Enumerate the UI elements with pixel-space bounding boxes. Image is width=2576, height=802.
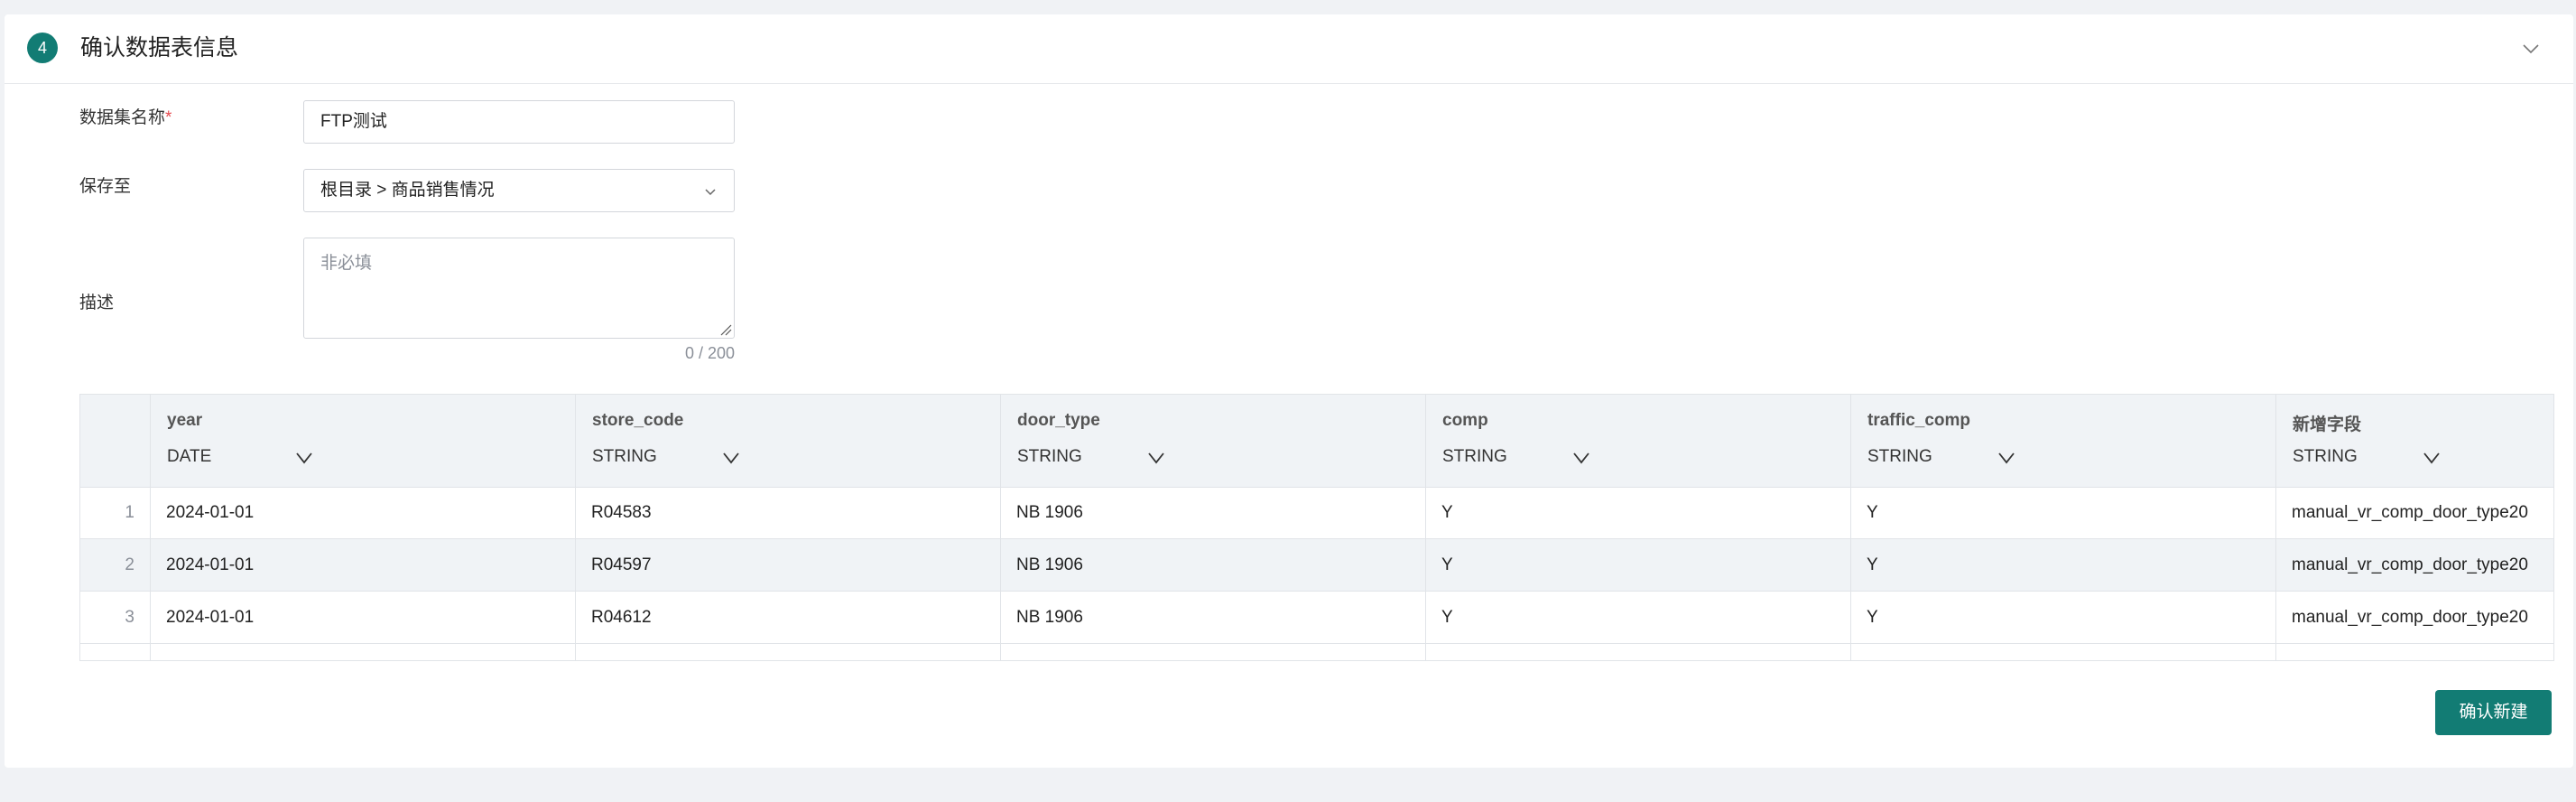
chevron-down-icon[interactable]: [2521, 39, 2541, 59]
confirm-create-button[interactable]: 确认新建: [2435, 690, 2552, 735]
description-textarea[interactable]: 非必填: [303, 238, 735, 339]
table-cell: R04583: [591, 503, 652, 522]
chevron-down-icon: [705, 189, 716, 196]
save-to-value: 根目录 > 商品销售情况: [320, 181, 495, 200]
column-new-field: 新增字段 STRING manual_vr_comp_door_type20 m…: [2276, 395, 2553, 660]
row-index: 2: [125, 555, 134, 574]
description-label: 描述: [79, 294, 115, 312]
column-type-select[interactable]: STRING: [1442, 447, 1507, 467]
column-name: year: [167, 411, 203, 430]
resize-handle-icon[interactable]: [719, 323, 732, 336]
table-cell: NB 1906: [1016, 608, 1083, 627]
save-to-label: 保存至: [79, 177, 132, 196]
column-type-select[interactable]: STRING: [1017, 447, 1082, 467]
chevron-down-icon[interactable]: [295, 451, 313, 465]
chevron-down-icon[interactable]: [2423, 451, 2441, 465]
column-name: store_code: [592, 411, 684, 430]
table-cell: 2024-01-01: [166, 555, 255, 574]
column-type-select[interactable]: STRING: [1867, 447, 1932, 467]
table-cell: Y: [1441, 503, 1453, 522]
column-type-select[interactable]: STRING: [2293, 447, 2358, 467]
table-cell: Y: [1441, 608, 1453, 627]
column-name: traffic_comp: [1867, 411, 1971, 430]
dataset-name-input[interactable]: FTP测试: [303, 100, 735, 144]
dataset-name-label-text: 数据集名称: [79, 108, 166, 127]
table-cell: R04612: [591, 608, 652, 627]
table-cell: R04597: [591, 555, 652, 574]
table-cell: Y: [1867, 608, 1878, 627]
column-year: year DATE 2024-01-01 2024-01-01 2024-01-…: [151, 395, 576, 660]
chevron-down-icon[interactable]: [1997, 451, 2015, 465]
column-name: door_type: [1017, 411, 1100, 430]
panel-header[interactable]: 4 确认数据表信息: [5, 14, 2573, 84]
table-cell: manual_vr_comp_door_type20: [2292, 503, 2528, 522]
column-traffic-comp: traffic_comp STRING Y Y Y: [1851, 395, 2276, 660]
dataset-name-label: 数据集名称*: [79, 106, 171, 131]
section-title: 确认数据表信息: [80, 35, 239, 61]
step-badge: 4: [27, 33, 58, 63]
data-preview-table: 1 2 3 year DATE 2024-01-01 2024-01-01 20…: [79, 394, 2554, 661]
save-to-select[interactable]: 根目录 > 商品销售情况: [303, 169, 735, 212]
table-cell: manual_vr_comp_door_type20: [2292, 608, 2528, 627]
column-type-select[interactable]: STRING: [592, 447, 657, 467]
column-comp: comp STRING Y Y Y: [1426, 395, 1851, 660]
confirm-table-info-panel: 4 确认数据表信息 数据集名称* FTP测试 保存至 根目录 > 商品销售情况 …: [5, 14, 2573, 768]
table-cell: Y: [1867, 503, 1878, 522]
table-cell: Y: [1441, 555, 1453, 574]
chevron-down-icon[interactable]: [722, 451, 740, 465]
dataset-name-value: FTP测试: [320, 112, 387, 131]
column-type-select[interactable]: DATE: [167, 447, 211, 467]
character-counter: 0 / 200: [684, 344, 735, 362]
chevron-down-icon[interactable]: [1147, 451, 1165, 465]
table-cell: Y: [1867, 555, 1878, 574]
table-cell: manual_vr_comp_door_type20: [2292, 555, 2528, 574]
table-cell: NB 1906: [1016, 503, 1083, 522]
table-cell: 2024-01-01: [166, 608, 255, 627]
column-door-type: door_type STRING NB 1906 NB 1906 NB 1906: [1001, 395, 1426, 660]
table-cell: NB 1906: [1016, 555, 1083, 574]
chevron-down-icon[interactable]: [1572, 451, 1590, 465]
row-index: 1: [125, 503, 134, 522]
description-placeholder: 非必填: [320, 254, 373, 273]
index-column: 1 2 3: [80, 395, 151, 660]
table-cell: 2024-01-01: [166, 503, 255, 522]
required-mark: *: [165, 108, 172, 127]
row-index: 3: [125, 608, 134, 627]
column-name: 新增字段: [2293, 415, 2362, 434]
column-name: comp: [1442, 411, 1488, 430]
column-store-code: store_code STRING R04583 R04597 R04612: [576, 395, 1001, 660]
